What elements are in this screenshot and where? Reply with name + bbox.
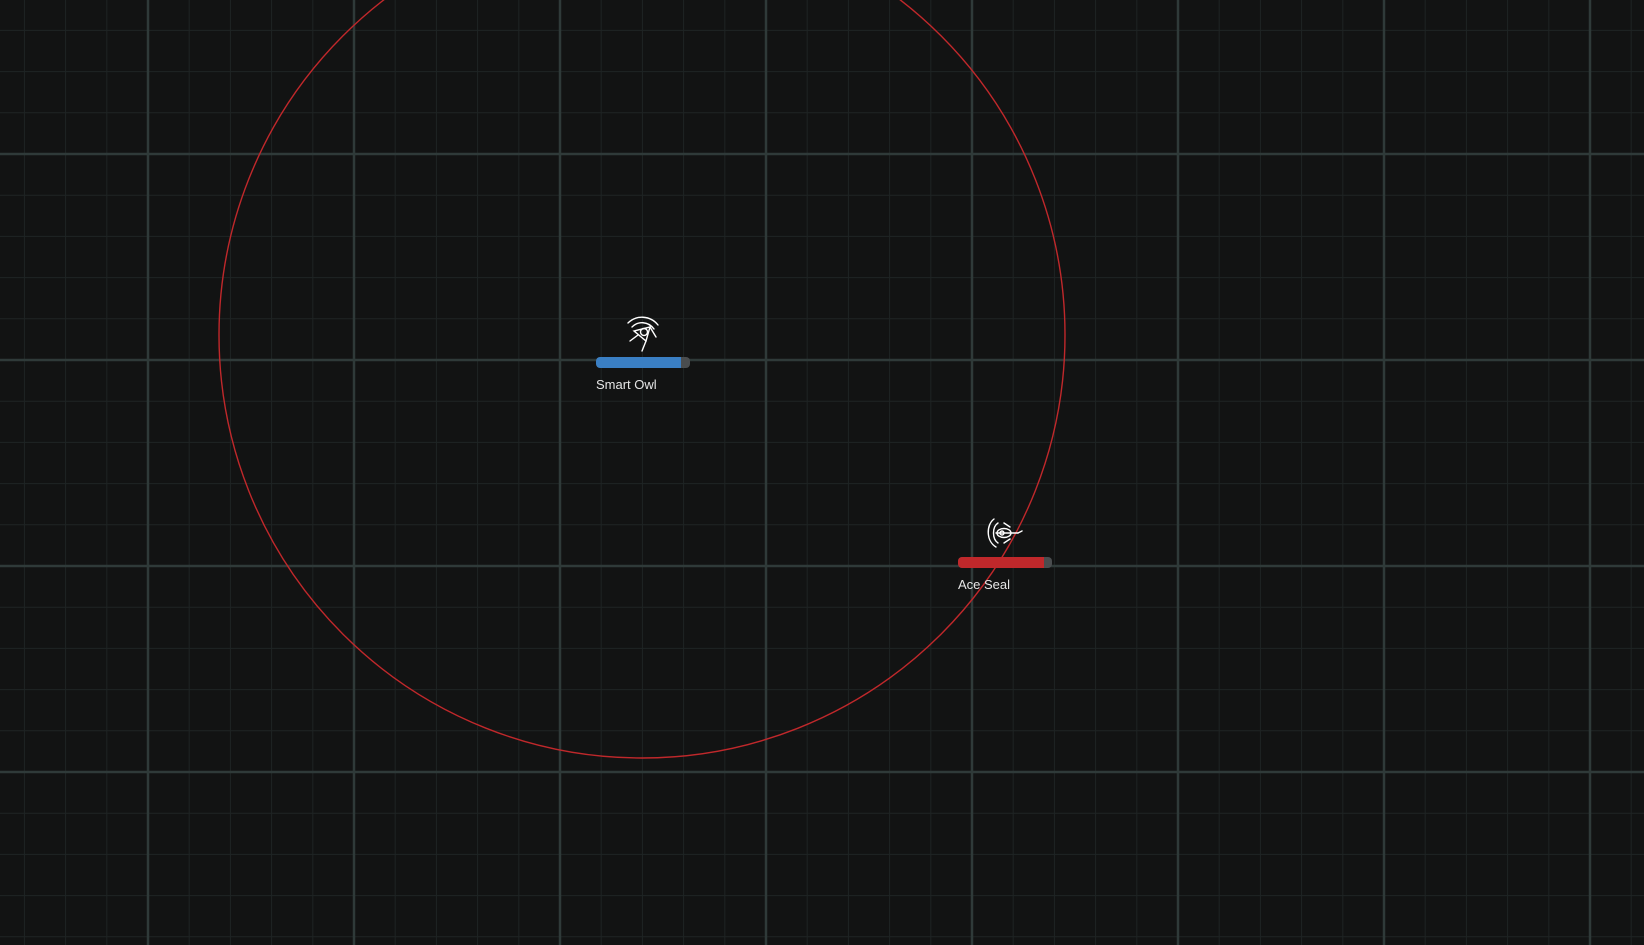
health-bar-fill (596, 357, 681, 368)
health-bar (596, 357, 690, 368)
health-bar-fill (958, 557, 1044, 568)
arena-grid (0, 0, 1644, 945)
fighter-ship-icon (987, 518, 1023, 548)
unit-name-label: Ace Seal (958, 577, 1011, 592)
unit-name-label: Smart Owl (596, 377, 657, 392)
game-arena[interactable]: Smart Owl Ace Seal (0, 0, 1644, 945)
health-bar (958, 557, 1052, 568)
fighter-ship-icon (627, 316, 659, 352)
